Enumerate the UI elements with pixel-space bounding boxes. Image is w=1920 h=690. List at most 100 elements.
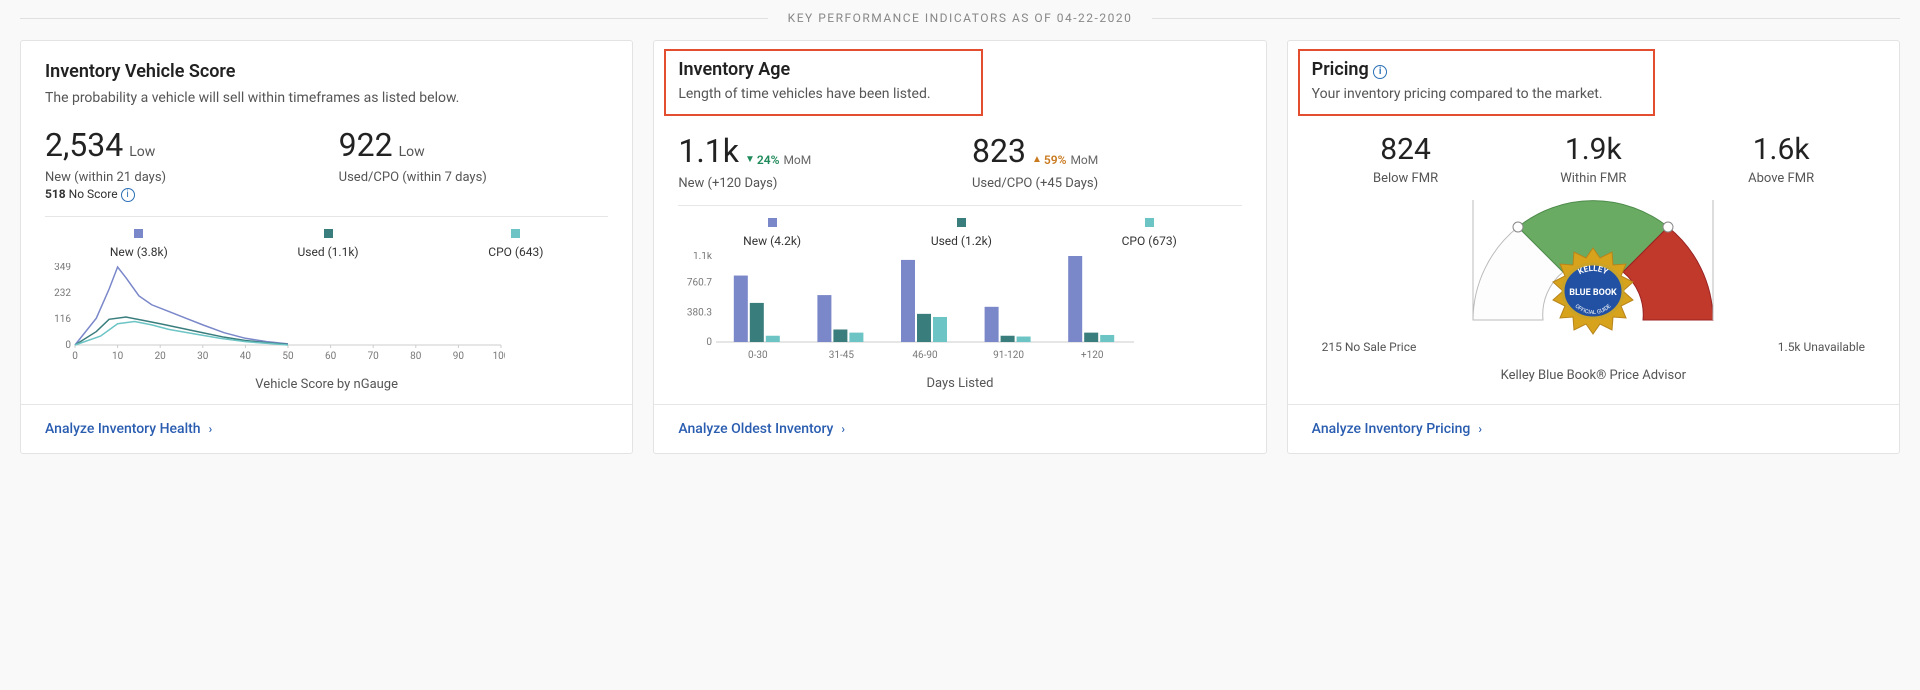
legend-item-new[interactable]: New (4.2k) <box>743 218 801 248</box>
no-sale-price-label: 215 No Sale Price <box>1322 340 1417 354</box>
section-title: KEY PERFORMANCE INDICATORS AS OF 04-22-2… <box>768 11 1153 25</box>
metrics-row: 1.1k ▼ 24% MoM New (+120 Days) 823 ▲ <box>678 132 1241 191</box>
delta-badge: ▲ 59% MoM <box>1032 153 1098 167</box>
metric-value: 1.1k <box>678 132 739 170</box>
card-subtitle: The probability a vehicle will sell with… <box>45 90 608 106</box>
metric-caption: New (+120 Days) <box>678 176 948 191</box>
legend-item-new[interactable]: New (3.8k) <box>110 229 168 259</box>
no-score-count: 518 <box>45 187 66 201</box>
legend-label: CPO (643) <box>488 245 543 259</box>
svg-text:70: 70 <box>368 351 380 362</box>
info-icon[interactable]: i <box>1373 65 1387 79</box>
chevron-right-icon: › <box>1478 422 1482 436</box>
legend-label: Used (1.1k) <box>297 245 358 259</box>
square-icon <box>768 218 777 227</box>
svg-text:349: 349 <box>54 263 71 273</box>
svg-text:380.3: 380.3 <box>687 307 712 318</box>
svg-text:BLUE BOOK: BLUE BOOK <box>1570 288 1618 298</box>
kbb-seal: KELLEY BLUE BOOK OFFICIAL GUIDE <box>1548 246 1638 340</box>
metric-new-120: 1.1k ▼ 24% MoM New (+120 Days) <box>678 132 948 191</box>
card-subtitle: Length of time vehicles have been listed… <box>678 86 930 102</box>
metric-within-fmr: 1.9k Within FMR <box>1499 132 1687 186</box>
square-icon <box>957 218 966 227</box>
svg-text:0: 0 <box>65 340 71 351</box>
delta-value: 24% <box>757 153 780 167</box>
metric-used-45: 823 ▲ 59% MoM Used/CPO (+45 Days) <box>972 132 1242 191</box>
chevron-right-icon: › <box>209 422 213 436</box>
section-divider: KEY PERFORMANCE INDICATORS AS OF 04-22-2… <box>20 10 1900 26</box>
delta-badge: ▼ 24% MoM <box>745 153 811 167</box>
link-label: Analyze Oldest Inventory <box>678 421 833 437</box>
no-score-text: No Score <box>69 187 118 201</box>
svg-text:+120: +120 <box>1081 350 1104 361</box>
analyze-inventory-health-link[interactable]: Analyze Inventory Health › <box>45 421 212 437</box>
delta-suffix: MoM <box>1070 153 1098 167</box>
metric-value: 823 <box>972 132 1026 170</box>
metric-value: 824 <box>1380 132 1431 167</box>
square-icon <box>511 229 520 238</box>
bar-chart: 0380.3760.71.1k0-3031-4546-9091-120+120 <box>678 252 1241 362</box>
svg-text:1.1k: 1.1k <box>693 252 713 262</box>
chart-caption: Days Listed <box>678 376 1241 391</box>
gauge-chart: KELLEY BLUE BOOK OFFICIAL GUIDE <box>1433 200 1753 334</box>
legend-label: New (3.8k) <box>110 245 168 259</box>
metric-label: Low <box>399 144 425 160</box>
title-text: Pricing <box>1312 59 1369 80</box>
card-title: Inventory Vehicle Score <box>45 61 608 82</box>
triangle-up-icon: ▲ <box>1032 154 1042 165</box>
metric-value: 1.9k <box>1565 132 1622 167</box>
legend-item-used[interactable]: Used (1.1k) <box>297 229 358 259</box>
metric-caption: Used/CPO (+45 Days) <box>972 176 1242 191</box>
delta-suffix: MoM <box>783 153 811 167</box>
chevron-right-icon: › <box>841 422 845 436</box>
svg-text:30: 30 <box>197 351 209 362</box>
chart-caption: Vehicle Score by nGauge <box>45 377 608 392</box>
metric-label: Low <box>129 144 155 160</box>
metric-caption: Within FMR <box>1499 171 1687 186</box>
metric-below-fmr: 824 Below FMR <box>1312 132 1500 186</box>
svg-text:760.7: 760.7 <box>687 278 712 289</box>
svg-text:20: 20 <box>155 351 167 362</box>
card-pricing: Pricing i Your inventory pricing compare… <box>1287 40 1900 454</box>
legend-item-used[interactable]: Used (1.2k) <box>931 218 992 248</box>
gauge-sublabels: 215 No Sale Price 1.5k Unavailable <box>1312 340 1875 354</box>
svg-text:90: 90 <box>453 351 465 362</box>
analyze-inventory-pricing-link[interactable]: Analyze Inventory Pricing › <box>1312 421 1482 437</box>
metric-value: 922 <box>339 126 393 164</box>
divider <box>45 216 608 217</box>
metric-value: 1.6k <box>1753 132 1810 167</box>
info-icon[interactable]: i <box>121 188 135 202</box>
card-title: Inventory Age <box>678 59 930 80</box>
link-label: Analyze Inventory Health <box>45 421 201 437</box>
svg-text:10: 10 <box>112 351 124 362</box>
svg-text:91-120: 91-120 <box>993 350 1024 361</box>
legend-item-cpo[interactable]: CPO (643) <box>488 229 543 259</box>
link-label: Analyze Inventory Pricing <box>1312 421 1471 437</box>
svg-text:31-45: 31-45 <box>829 350 855 361</box>
analyze-oldest-inventory-link[interactable]: Analyze Oldest Inventory › <box>678 421 845 437</box>
highlighted-header: Pricing i Your inventory pricing compare… <box>1298 49 1655 116</box>
legend-label: New (4.2k) <box>743 234 801 248</box>
chart-legend: New (4.2k) Used (1.2k) CPO (673) <box>678 218 1241 248</box>
svg-text:0: 0 <box>707 337 713 348</box>
card-inventory-vehicle-score: Inventory Vehicle Score The probability … <box>20 40 633 454</box>
metric-new-low: 2,534 Low New (within 21 days) 518 No Sc… <box>45 126 315 202</box>
delta-value: 59% <box>1044 153 1067 167</box>
divider <box>678 205 1241 206</box>
metric-used-low: 922 Low Used/CPO (within 7 days) <box>339 126 609 202</box>
legend-item-cpo[interactable]: CPO (673) <box>1122 218 1177 248</box>
line-chart: 01162323490102030405060708090100 <box>45 263 608 363</box>
svg-text:50: 50 <box>282 351 294 362</box>
chart-legend: New (3.8k) Used (1.1k) CPO (643) <box>45 229 608 259</box>
metric-caption: Below FMR <box>1312 171 1500 186</box>
highlighted-header: Inventory Age Length of time vehicles ha… <box>664 49 982 116</box>
kpi-cards-row: Inventory Vehicle Score The probability … <box>20 40 1900 454</box>
metrics-row: 2,534 Low New (within 21 days) 518 No Sc… <box>45 126 608 202</box>
svg-text:232: 232 <box>54 288 71 299</box>
metric-above-fmr: 1.6k Above FMR <box>1687 132 1875 186</box>
price-metrics-row: 824 Below FMR 1.9k Within FMR 1.6k Above… <box>1312 132 1875 186</box>
svg-text:100: 100 <box>493 351 505 362</box>
svg-text:0-30: 0-30 <box>748 350 768 361</box>
svg-text:0: 0 <box>72 351 78 362</box>
square-icon <box>324 229 333 238</box>
